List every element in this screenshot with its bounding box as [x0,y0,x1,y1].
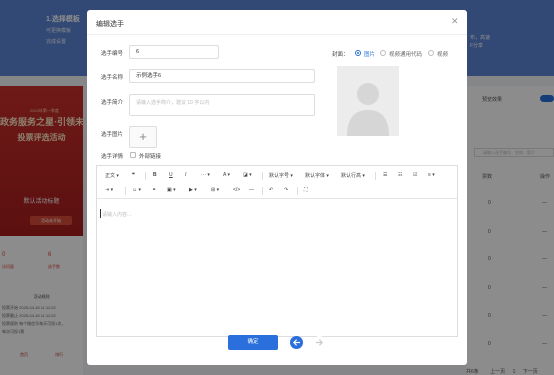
bold-icon[interactable]: B [153,172,157,178]
player-name-label: 选手名称 [101,75,124,81]
player-name-field[interactable]: 示例选手6 [129,69,315,83]
external-link-label: 外部链接 [139,154,162,160]
player-intro-textarea[interactable]: 请输入选手简介，建议 10 字以内 [129,94,315,116]
confirm-button[interactable]: 确定 [228,335,278,350]
font-family-dropdown[interactable]: 默认字体 ▾ [305,172,329,179]
background-color-icon[interactable]: ◪ ▾ [243,172,252,178]
underline-icon[interactable]: U [169,172,173,178]
arrow-left-icon [293,339,301,346]
line-height-dropdown[interactable]: 默认行高 ▾ [341,172,365,179]
cover-option-image[interactable]: 图片 [364,50,375,58]
bullet-list-icon[interactable]: ☰ [383,172,387,178]
player-number-label: 选手编号 [101,51,124,57]
paragraph-dropdown[interactable]: 正文 ▾ [105,172,119,179]
cover-option-video-code[interactable]: 视频通用代码 [389,50,422,58]
previous-player-button[interactable] [290,336,303,349]
link-icon[interactable]: ⚭ [152,187,156,193]
rich-text-editor: 正文 ▾ ❝ B U I ··· ▾ A ▾ ◪ ▾ 默认字号 ▾ 默认字体 ▾… [96,165,458,337]
player-detail-label: 选手详情 [101,154,124,160]
video-icon[interactable]: ▶ ▾ [189,187,197,193]
text-caret [100,209,101,218]
player-number-field[interactable]: 6 [129,45,219,59]
toolbar-divider [262,172,263,180]
image-icon[interactable]: ▣ ▾ [167,187,176,193]
cover-image-preview[interactable] [337,66,399,136]
player-intro-label: 选手简介 [101,100,124,106]
table-icon[interactable]: ⊞ ▾ [211,187,219,193]
editor-placeholder[interactable]: 请输入内容... [102,211,131,218]
code-icon[interactable]: </> [233,187,240,193]
line-height-label: 默认行高 [341,173,362,179]
toolbar-divider [262,187,263,195]
next-player-button[interactable] [313,336,326,349]
todo-icon[interactable]: ☑ [413,172,417,178]
font-size-label: 默认字号 [269,173,290,179]
dialog-title: 编辑选手 [96,21,124,28]
image-upload-button[interactable]: + [129,126,157,148]
editor-toolbar: 正文 ▾ ❝ B U I ··· ▾ A ▾ ◪ ▾ 默认字号 ▾ 默认字体 ▾… [97,166,457,199]
font-color-icon[interactable]: A ▾ [223,172,230,178]
indent-icon[interactable]: ⇥ ▾ [105,187,113,193]
font-family-label: 默认字体 [305,173,326,179]
font-size-dropdown[interactable]: 默认字号 ▾ [269,172,293,179]
cover-label: 封面： [332,52,349,58]
cover-radio-image[interactable] [355,50,361,56]
cover-radio-video[interactable] [428,50,434,56]
fullscreen-icon[interactable]: ⛶ [304,187,308,193]
toolbar-divider [125,187,126,195]
arrow-right-icon [315,339,323,346]
numbered-list-icon[interactable]: ☷ [398,172,402,178]
align-icon[interactable]: ≡ ▾ [428,172,435,178]
paragraph-label: 正文 [105,173,116,179]
cover-option-video[interactable]: 视频 [437,50,448,58]
edit-player-dialog: 编辑选手 ✕ 选手编号 6 选手名称 示例选手6 选手简介 请输入选手简介，建议… [87,10,467,365]
external-link-checkbox[interactable] [130,152,136,158]
toolbar-divider [375,172,376,180]
more-icon[interactable]: ··· ▾ [201,172,210,178]
redo-icon[interactable]: ↷ [284,187,288,193]
italic-icon[interactable]: I [185,172,186,178]
undo-icon[interactable]: ↶ [269,187,273,193]
close-icon[interactable]: ✕ [451,16,459,27]
cover-radio-video-code[interactable] [380,50,386,56]
toolbar-divider [145,172,146,180]
divider-line-icon[interactable]: — [249,187,254,193]
divider [87,34,467,35]
plus-icon: + [139,129,147,144]
player-image-label: 选手图片 [101,132,124,138]
user-placeholder-icon [347,83,389,136]
quote-icon[interactable]: ❝ [132,172,135,178]
emoji-icon[interactable]: ☺ ▾ [132,187,141,193]
toolbar-divider [297,187,298,195]
